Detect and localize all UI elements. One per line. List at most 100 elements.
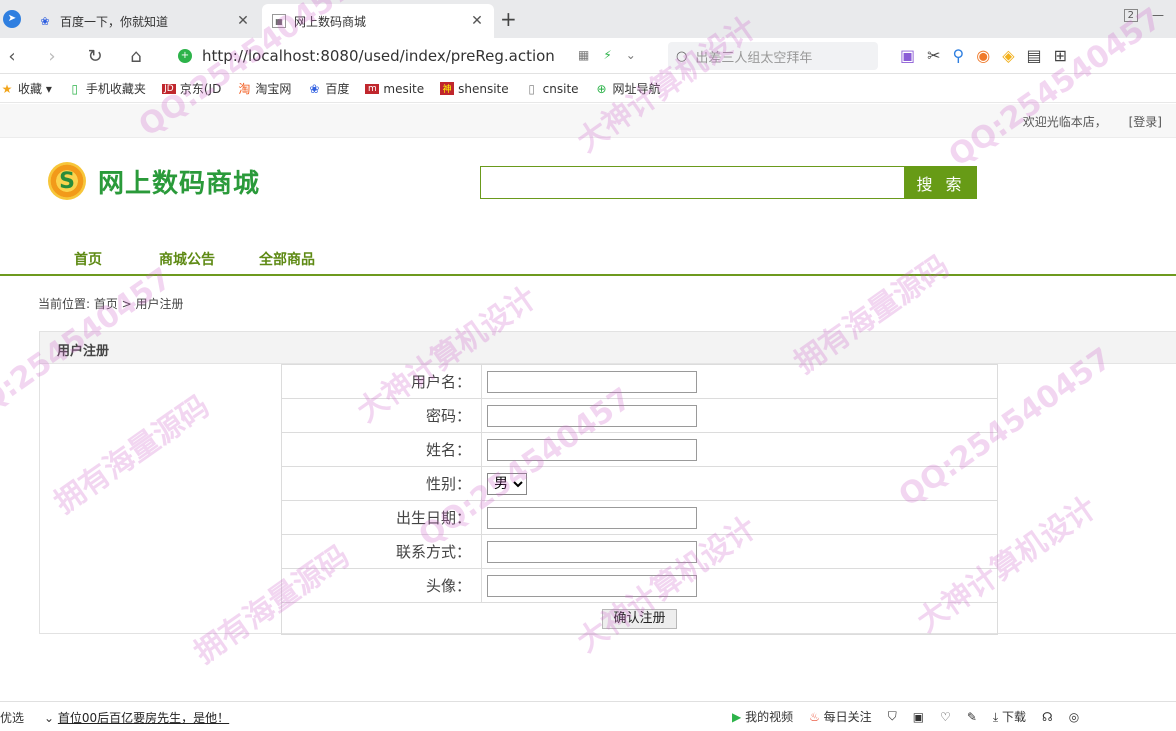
site-icon: 神	[440, 82, 455, 95]
bookmark-baidu[interactable]: ❀ 百度	[307, 80, 349, 97]
url-text[interactable]: http://localhost:8080/used/index/preReg.…	[202, 47, 555, 65]
image-icon[interactable]: ▣	[913, 710, 924, 724]
site-icon: m	[365, 83, 380, 94]
bookmarks-bar: ★ 收藏 ▾ ▯ 手机收藏夹 JD 京东(JD 淘淘宝网 ❀ 百度 m mesite 神s…	[0, 75, 1176, 103]
daily-follow-link[interactable]: ♨ 每日关注	[809, 708, 872, 725]
bookmark-mobile[interactable]: ▯ 手机收藏夹	[68, 80, 146, 97]
chevron-down-icon[interactable]: ⌄	[626, 48, 636, 62]
register-panel: 用户注册 用户名： 密码： 姓名： 性别： 男 出生日期： 联系方式： 头像：	[39, 331, 1176, 635]
magnifier-icon[interactable]: ⚲	[953, 46, 965, 65]
reload-icon[interactable]: ↻	[83, 44, 107, 68]
bookmark-taobao[interactable]: 淘淘宝网	[237, 80, 291, 97]
fire-icon: ♨	[809, 710, 820, 724]
shield-coin-icon[interactable]: ◈	[1002, 46, 1014, 65]
site-search-input[interactable]	[480, 166, 905, 199]
tab-shop[interactable]: ▦ 网上数码商城 ✕	[262, 4, 494, 38]
avatar-label: 头像：	[281, 568, 482, 603]
secure-shield-icon: +	[178, 49, 192, 63]
minimize-icon[interactable]: —	[1152, 8, 1164, 22]
tab-baidu[interactable]: ❀ 百度一下，你就知道 ✕	[28, 4, 260, 38]
gender-label: 性别：	[281, 466, 482, 501]
welcome-text: 欢迎光临本店，	[1022, 115, 1107, 129]
nav-notice[interactable]: 商城公告	[159, 249, 215, 269]
tab-count-badge[interactable]: 2	[1123, 8, 1138, 22]
speed-mode-icon[interactable]: ⚡	[603, 48, 611, 62]
taobao-icon: 淘	[238, 82, 251, 96]
bookmark-jd[interactable]: JD 京东(JD	[161, 80, 221, 97]
avatar-input[interactable]	[487, 574, 697, 597]
login-link[interactable]: [登录]	[1129, 115, 1162, 129]
welcome-area: 欢迎光临本店， [登录]	[1023, 113, 1162, 130]
browser-nav-bar: ‹ › ↻ ⌂ + http://localhost:8080/used/ind…	[0, 38, 1176, 74]
logo-mark-icon: S	[48, 162, 86, 200]
form-row-birthday: 出生日期：	[281, 500, 998, 535]
form-row-gender: 性别： 男	[281, 466, 998, 501]
star-icon: ★	[1, 81, 13, 96]
birthday-input[interactable]	[487, 506, 697, 529]
site-search-button[interactable]: 搜 索	[905, 166, 977, 199]
bookmark-favorites[interactable]: ★ 收藏 ▾	[0, 80, 52, 97]
phone-icon: ▯	[71, 81, 79, 96]
tab-title: 百度一下，你就知道	[60, 14, 169, 29]
site-name: 网上数码商城	[98, 168, 261, 199]
forward-icon[interactable]: ›	[40, 44, 64, 68]
gender-select[interactable]: 男	[487, 472, 527, 495]
download-link[interactable]: ⤓ 下载	[993, 708, 1026, 725]
news-ticker[interactable]: ⌄ 首位00后百亿要房先生，是他！	[44, 709, 229, 726]
form-row-password: 密码：	[281, 398, 998, 433]
form-row-username: 用户名：	[281, 364, 998, 399]
baidu-paw-icon: ❀	[40, 14, 50, 28]
bookmark-mesite[interactable]: m mesite	[365, 82, 424, 96]
shield-icon[interactable]: ⛉	[888, 709, 897, 724]
chevron-down-icon: ⌄	[44, 711, 58, 725]
back-icon[interactable]: ‹	[0, 44, 24, 68]
site-search: 搜 索	[480, 166, 977, 199]
tab-title: 网上数码商城	[294, 14, 367, 29]
register-form: 用户名： 密码： 姓名： 性别： 男 出生日期： 联系方式： 头像： 确认注册	[281, 364, 998, 635]
sidebar-icon[interactable]: ▤	[1027, 46, 1042, 65]
form-row-submit: 确认注册	[281, 602, 998, 635]
browser-icon[interactable]: ◎	[1069, 710, 1079, 724]
close-tab-icon[interactable]: ✕	[470, 13, 484, 29]
translate-icon[interactable]: ▣	[900, 46, 915, 65]
new-tab-button[interactable]: +	[500, 7, 517, 31]
game-icon[interactable]: ◉	[976, 46, 990, 65]
apps-grid-icon[interactable]: ⊞	[1054, 46, 1067, 65]
my-video-link[interactable]: ▶ 我的视频	[732, 708, 793, 725]
main-nav: 首页 商城公告 全部商品	[0, 244, 1176, 276]
baidu-paw-icon: ❀	[309, 81, 320, 96]
bookmark-nav[interactable]: ⊕ 网址导航	[595, 80, 661, 97]
browser-tab-bar: ➤ ❀ 百度一下，你就知道 ✕ ▦ 网上数码商城 ✕ + 2 —	[0, 0, 1176, 38]
password-input[interactable]	[487, 404, 697, 427]
close-tab-icon[interactable]: ✕	[236, 13, 250, 29]
realname-label: 姓名：	[281, 432, 482, 467]
browser-search-input[interactable]: ○ 出差三人组太空拜年	[668, 42, 878, 70]
download-icon: ⤓	[992, 710, 999, 724]
headset-icon[interactable]: ☊	[1042, 710, 1053, 724]
page-icon: ▦	[272, 14, 286, 28]
scissors-icon[interactable]: ✂	[927, 46, 940, 65]
nav-home[interactable]: 首页	[74, 249, 102, 269]
submit-register-button[interactable]: 确认注册	[602, 609, 677, 629]
qr-code-icon[interactable]: ▦	[578, 48, 589, 62]
breadcrumb: 当前位置: 首页 > 用户注册	[38, 297, 184, 311]
contact-label: 联系方式：	[281, 534, 482, 569]
search-icon: ○	[676, 48, 688, 64]
birthday-label: 出生日期：	[281, 500, 482, 535]
home-icon[interactable]: ⌂	[124, 44, 148, 68]
bookmark-cnsite[interactable]: ▯ cnsite	[525, 82, 578, 96]
browser-logo-icon[interactable]: ➤	[0, 0, 24, 38]
heart-rate-icon[interactable]: ♡	[940, 710, 951, 724]
news-headline[interactable]: 首位00后百亿要房先生，是他！	[58, 711, 229, 725]
pin-icon[interactable]: ✎	[967, 710, 977, 724]
contact-input[interactable]	[487, 540, 697, 563]
video-icon: ▶	[732, 710, 742, 724]
form-row-contact: 联系方式：	[281, 534, 998, 569]
site-logo[interactable]: S 网上数码商城	[48, 162, 260, 200]
nav-all-products[interactable]: 全部商品	[259, 249, 315, 269]
realname-input[interactable]	[487, 438, 697, 461]
status-left-label: 优选	[0, 711, 25, 725]
top-strip: 欢迎光临本店， [登录]	[0, 104, 1176, 138]
username-input[interactable]	[487, 370, 697, 393]
bookmark-shensite[interactable]: 神 shensite	[440, 82, 509, 96]
